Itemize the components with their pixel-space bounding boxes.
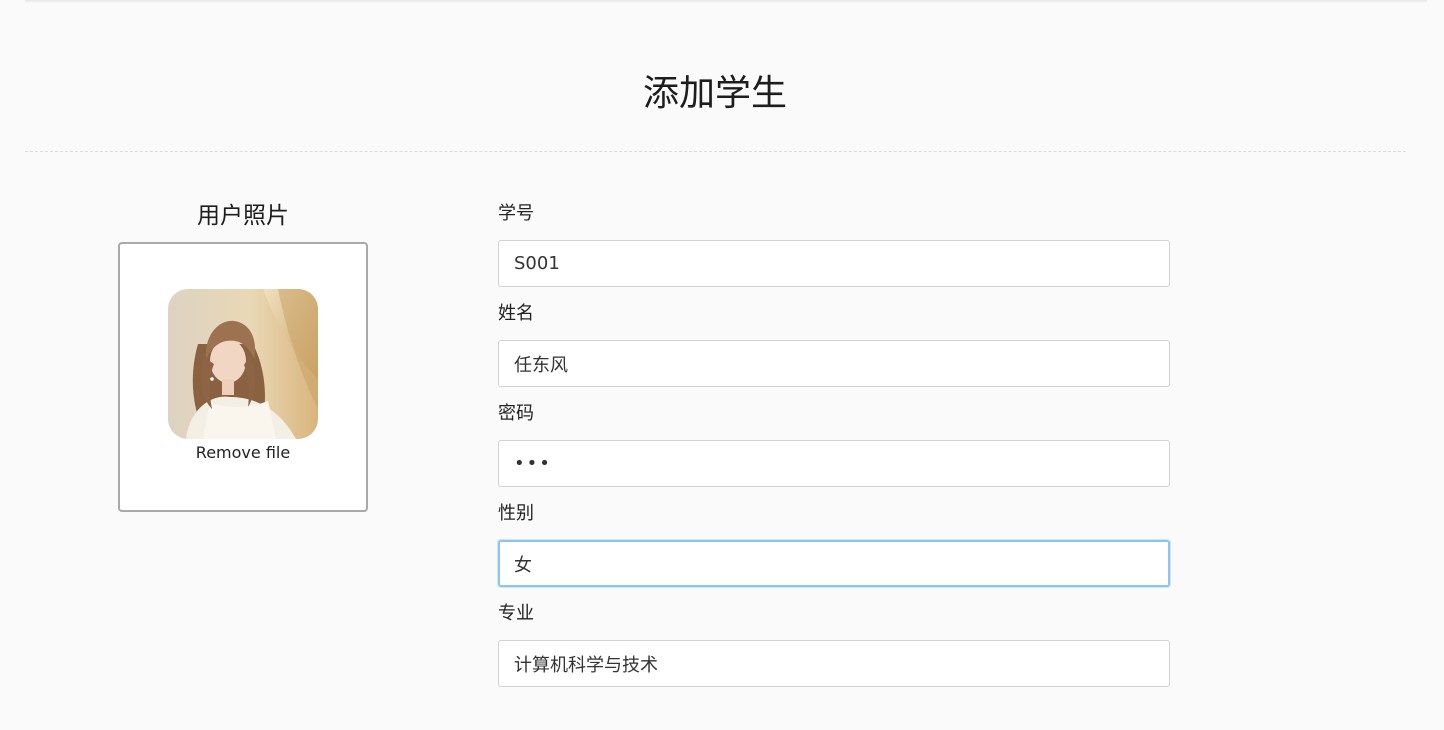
student-id-input[interactable] <box>498 240 1170 287</box>
gender-label: 性别 <box>498 503 534 524</box>
password-label: 密码 <box>498 403 534 424</box>
student-id-label: 学号 <box>498 203 534 224</box>
photo-preview-image <box>168 289 318 439</box>
remove-file-link[interactable]: Remove file <box>120 441 366 465</box>
field-name: 姓名 <box>498 300 1170 387</box>
page-title: 添加学生 <box>642 73 787 115</box>
field-major: 专业 <box>498 600 1170 687</box>
name-label: 姓名 <box>498 303 534 324</box>
photo-section: 用户照片 Remove file <box>118 198 368 512</box>
field-student-id: 学号 <box>498 200 1170 287</box>
major-input[interactable] <box>498 640 1170 687</box>
gender-input[interactable] <box>498 540 1170 587</box>
header-divider <box>25 151 1406 152</box>
password-input[interactable] <box>498 440 1170 487</box>
field-password: 密码 <box>498 400 1170 487</box>
name-input[interactable] <box>498 340 1170 387</box>
student-form: 学号 姓名 密码 性别 专业 <box>498 200 1170 700</box>
major-label: 专业 <box>498 603 534 624</box>
field-gender: 性别 <box>498 500 1170 587</box>
photo-dropzone[interactable]: Remove file <box>118 242 368 512</box>
top-shadow <box>25 0 1427 3</box>
photo-title: 用户照片 <box>197 203 289 229</box>
